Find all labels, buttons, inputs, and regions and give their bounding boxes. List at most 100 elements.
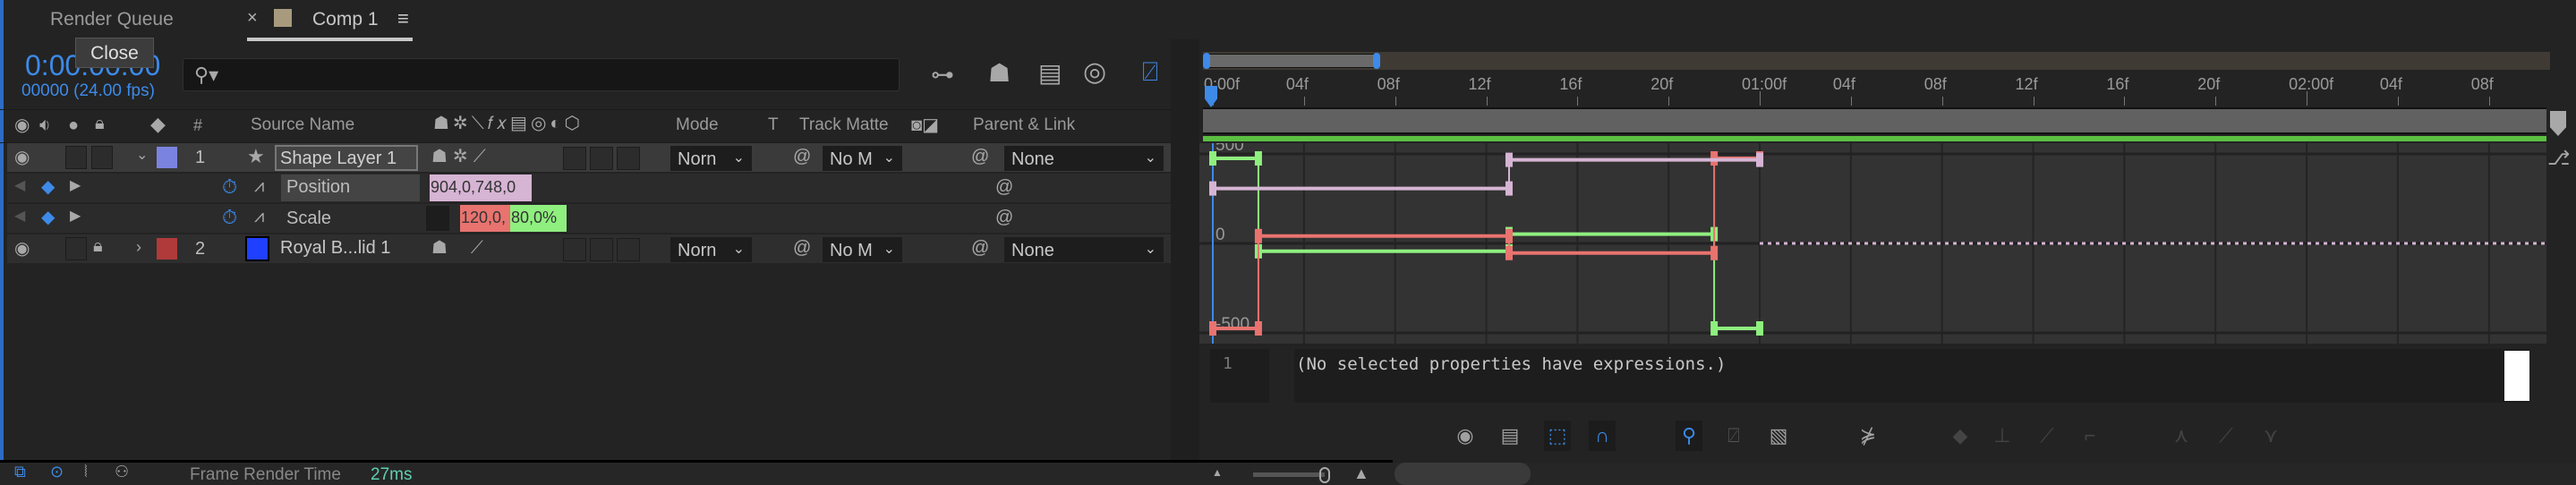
transfer-controls-toggle-icon[interactable]: ⊙ bbox=[50, 464, 64, 480]
expand-chevron-down-icon[interactable]: ⌄ bbox=[136, 149, 148, 163]
linear-keyframe-icon[interactable]: ⟋ bbox=[2034, 421, 2060, 451]
navigator-end-handle[interactable] bbox=[1373, 53, 1380, 69]
auto-zoom-height-icon[interactable]: ⚲ bbox=[1676, 421, 1702, 451]
parent-dropdown[interactable]: None ⌄ bbox=[1004, 146, 1164, 171]
tab-render-queue[interactable]: Render Queue bbox=[50, 9, 174, 30]
time-ruler[interactable]: 0:00f 04f 08f 12f 16f 20f 01:00f 04f 08f 12f 16f 20… bbox=[1199, 72, 2551, 106]
property-name[interactable]: Position bbox=[281, 174, 420, 201]
layer-label-color[interactable] bbox=[157, 147, 177, 168]
blend-mode-dropdown[interactable]: Norn ⌄ bbox=[670, 146, 752, 171]
zoom-out-icon[interactable]: ▲ bbox=[1212, 467, 1223, 478]
keyframe-diamond-icon[interactable]: ◆ bbox=[41, 208, 55, 226]
fit-selection-icon[interactable]: ⍁ bbox=[1720, 421, 1747, 451]
motion-blur-icon[interactable]: ◎ bbox=[1083, 59, 1106, 86]
prev-keyframe-icon[interactable]: ◀ bbox=[14, 209, 25, 224]
pickwhip-icon[interactable]: @ bbox=[995, 178, 1013, 196]
lock-icon[interactable]: 🔒︎ bbox=[93, 237, 103, 255]
solo-toggle[interactable] bbox=[65, 146, 87, 169]
stopwatch-icon[interactable]: ⏱︎ bbox=[222, 177, 237, 197]
auto-bezier-icon[interactable]: ⌐ bbox=[2077, 421, 2103, 451]
timeline-scrollbar[interactable] bbox=[1395, 463, 1531, 485]
ruler-tick bbox=[2488, 97, 2490, 106]
column-mode[interactable]: Mode bbox=[676, 115, 719, 135]
expand-chevron-right-icon[interactable]: › bbox=[136, 239, 141, 255]
hold-keyframe-icon[interactable]: ⊥ bbox=[1989, 421, 2016, 451]
expression-scrollbar[interactable] bbox=[2504, 351, 2529, 401]
zoom-slider-thumb[interactable] bbox=[1319, 467, 1330, 483]
lock-toggle[interactable] bbox=[91, 146, 113, 169]
next-keyframe-icon[interactable]: ▶ bbox=[70, 209, 81, 224]
column-track-matte[interactable]: Track Matte bbox=[799, 115, 889, 135]
zoom-slider-track[interactable] bbox=[1253, 472, 1325, 477]
pickwhip-icon[interactable]: @ bbox=[995, 208, 1013, 226]
column-parent-link[interactable]: Parent & Link bbox=[973, 115, 1075, 135]
navigator-range[interactable] bbox=[1207, 54, 1377, 68]
position-value[interactable]: 904,0,748,0 bbox=[430, 174, 532, 201]
ruler-label: 16f bbox=[2106, 75, 2129, 93]
tab-menu-icon[interactable]: ≡ bbox=[397, 7, 409, 30]
switch-box[interactable] bbox=[563, 238, 586, 261]
column-source-name[interactable]: Source Name bbox=[251, 115, 354, 135]
graph-toggle-icon[interactable]: ⩘ bbox=[254, 208, 264, 225]
easy-ease-in-icon[interactable]: ⟋ bbox=[2213, 421, 2239, 451]
edit-keyframe-icon[interactable]: ◆ bbox=[1947, 421, 1974, 451]
next-keyframe-icon[interactable]: ▶ bbox=[70, 179, 81, 193]
layer-switches[interactable]: ☗⟋ bbox=[431, 239, 507, 257]
layer-label-color[interactable] bbox=[157, 238, 177, 260]
separate-dimensions-icon[interactable]: ⋡ bbox=[1855, 421, 1881, 451]
layer-search-input[interactable]: ⚲▾ bbox=[183, 58, 900, 91]
prev-keyframe-icon[interactable]: ◀ bbox=[14, 179, 25, 193]
graph-editor-icon[interactable]: ⍁ bbox=[1142, 59, 1158, 86]
switch-box[interactable] bbox=[590, 238, 613, 261]
transform-box-icon[interactable]: ⬚ bbox=[1544, 421, 1571, 451]
switch-box[interactable] bbox=[563, 147, 586, 170]
scale-y-value[interactable]: 80,0% bbox=[510, 205, 567, 232]
panel-divider[interactable] bbox=[1171, 39, 1199, 462]
zoom-in-icon[interactable]: ▲ bbox=[1353, 465, 1369, 481]
comp-flowchart-icon[interactable]: ⊶ bbox=[931, 63, 954, 86]
track-matte-dropdown[interactable]: No M ⌄ bbox=[823, 146, 902, 171]
navigator-start-handle[interactable] bbox=[1203, 53, 1210, 69]
track-matte-dropdown[interactable]: No M ⌄ bbox=[823, 237, 902, 262]
easy-ease-out-icon[interactable]: ⋎ bbox=[2257, 421, 2284, 451]
expression-field[interactable]: (No selected properties have expressions… bbox=[1294, 349, 2529, 403]
visibility-eye-icon[interactable]: ◉ bbox=[14, 149, 30, 166]
parent-dropdown[interactable]: None ⌄ bbox=[1004, 237, 1164, 262]
show-properties-eye-icon[interactable]: ◉ bbox=[1452, 421, 1479, 451]
parent-pickwhip-icon[interactable]: @ bbox=[971, 239, 989, 257]
time-navigator[interactable] bbox=[1203, 52, 2550, 70]
snapshot-marker-icon[interactable]: ⎇ bbox=[2547, 149, 2570, 168]
layer-switches[interactable]: ☗✲⟋ bbox=[431, 148, 491, 166]
visibility-eye-icon[interactable]: ◉ bbox=[14, 240, 30, 258]
layer-name[interactable]: Royal B...lid 1 bbox=[280, 238, 390, 259]
comp-marker-bin[interactable] bbox=[2550, 111, 2566, 136]
scale-x-value[interactable]: 120,0, bbox=[460, 205, 510, 232]
stopwatch-icon[interactable]: ⏱︎ bbox=[222, 208, 237, 227]
keyframe-diamond-icon[interactable]: ◆ bbox=[41, 178, 55, 196]
shy-layers-icon[interactable]: ☗ bbox=[988, 61, 1011, 86]
parent-pickwhip-icon[interactable]: @ bbox=[971, 148, 989, 166]
snap-magnet-icon[interactable]: ∩ bbox=[1589, 421, 1616, 451]
frame-blending-icon[interactable]: ▤ bbox=[1038, 61, 1062, 86]
matte-pickwhip-icon[interactable]: @ bbox=[793, 239, 811, 257]
in-out-toggle-icon[interactable]: ⦚ bbox=[84, 464, 88, 480]
fit-all-icon[interactable]: ▧ bbox=[1765, 421, 1792, 451]
graph-editor[interactable]: 500 0 -500 bbox=[1199, 143, 2546, 344]
easy-ease-icon[interactable]: ⋏ bbox=[2168, 421, 2195, 451]
graph-options-icon[interactable]: ▤ bbox=[1497, 421, 1523, 451]
graph-toggle-icon[interactable]: ⩘ bbox=[254, 177, 264, 195]
layer-name[interactable]: Shape Layer 1 bbox=[275, 145, 418, 171]
close-tab-icon[interactable]: × bbox=[247, 8, 258, 29]
switch-box[interactable] bbox=[590, 147, 613, 170]
position-keyframe bbox=[1505, 152, 1513, 167]
render-time-toggle-icon[interactable]: ⚇ bbox=[115, 464, 129, 480]
solo-toggle[interactable] bbox=[65, 237, 87, 260]
switch-box[interactable] bbox=[617, 147, 640, 170]
matte-pickwhip-icon[interactable]: @ bbox=[793, 148, 811, 166]
switch-box[interactable] bbox=[617, 238, 640, 261]
layer-switches-toggle-icon[interactable]: ⧉ bbox=[14, 464, 26, 480]
constrain-proportions-toggle[interactable] bbox=[426, 206, 449, 231]
blend-mode-dropdown[interactable]: Norn ⌄ bbox=[670, 237, 752, 262]
tab-comp-1[interactable]: Comp 1 bbox=[312, 9, 379, 30]
work-area-bar[interactable] bbox=[1203, 107, 2546, 134]
